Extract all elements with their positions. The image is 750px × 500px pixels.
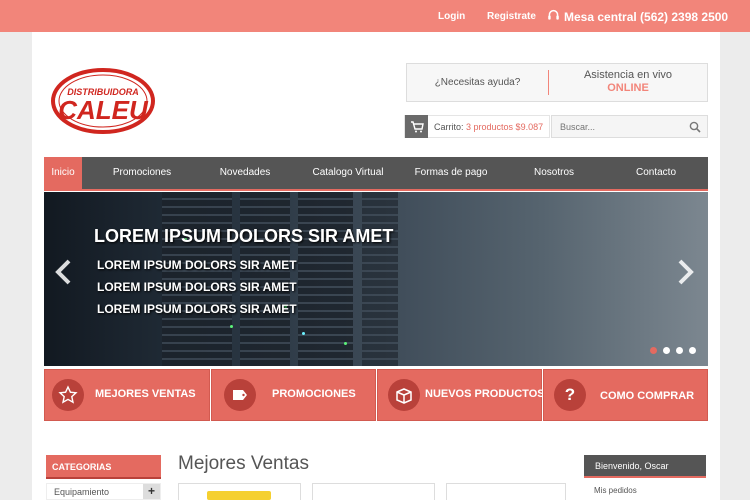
server-rack — [298, 192, 353, 366]
question-icon: ? — [554, 379, 586, 411]
tag-icon — [224, 379, 256, 411]
welcome-header: Bienvenido, Oscar — [584, 455, 706, 478]
cart-icon — [405, 115, 428, 138]
server-rack — [362, 192, 398, 366]
product-card[interactable] — [446, 483, 566, 500]
site-logo[interactable]: DISTRIBUIDORA CALEU — [51, 67, 155, 135]
help-box: ¿Necesitas ayuda? Asistencia en vivo ONL… — [406, 63, 708, 102]
nav-item-nosotros[interactable]: Nosotros — [526, 157, 582, 189]
search-icon[interactable] — [689, 121, 701, 133]
nav-item-novedades[interactable]: Novedades — [210, 157, 280, 189]
expand-icon[interactable]: + — [143, 484, 160, 499]
headset-icon — [547, 9, 560, 25]
top-bar: Login Registrate Mesa central (562) 2398… — [0, 0, 750, 32]
new-products-button[interactable]: NUEVOS PRODUCTOS — [377, 369, 545, 421]
product-card[interactable] — [312, 483, 435, 500]
phone-text: Mesa central (562) 2398 2500 — [564, 10, 729, 24]
cart-widget[interactable]: Carrito: 3 productos $9.087 — [404, 115, 551, 138]
slider-dot-3[interactable] — [676, 347, 683, 354]
slide-line: LOREM IPSUM DOLORS SIR AMET — [97, 280, 297, 294]
live-label: Asistencia en vivo — [583, 69, 673, 81]
promotions-button[interactable]: PROMOCIONES — [211, 369, 376, 421]
cart-summary: 3 productos $9.087 — [466, 121, 544, 132]
nav-item-promociones[interactable]: Promociones — [106, 157, 178, 189]
best-sellers-button[interactable]: MEJORES VENTAS — [44, 369, 210, 421]
how-to-buy-label: COMO COMPRAR — [600, 390, 695, 402]
live-assistance[interactable]: Asistencia en vivo ONLINE — [549, 64, 707, 101]
phone-info: Mesa central (562) 2398 2500 — [547, 9, 728, 25]
search-box — [551, 115, 708, 138]
categories-heading: CATEGORIAS — [46, 455, 161, 479]
logo-big-text: CALEU — [58, 95, 149, 125]
cart-text: Carrito: 3 productos $9.087 — [428, 122, 549, 132]
server-rack — [240, 192, 290, 366]
search-input[interactable] — [552, 116, 682, 137]
help-question[interactable]: ¿Necesitas ayuda? — [407, 64, 548, 101]
led-light — [230, 325, 233, 328]
slide-title: LOREM IPSUM DOLORS SIR AMET — [94, 226, 394, 246]
server-rack — [162, 192, 232, 366]
nav-item-contacto[interactable]: Contacto — [630, 157, 682, 189]
live-status: ONLINE — [607, 82, 649, 94]
main-nav: Inicio Promociones Novedades Catalogo Vi… — [44, 157, 708, 191]
hero-slider — [44, 192, 708, 366]
led-light — [344, 342, 347, 345]
led-light — [302, 332, 305, 335]
slider-dot-4[interactable] — [689, 347, 696, 354]
promotions-label: PROMOCIONES — [272, 388, 356, 400]
chevron-right-icon[interactable] — [674, 258, 696, 286]
nav-item-inicio[interactable]: Inicio — [44, 157, 82, 189]
register-link[interactable]: Registrate — [487, 11, 536, 22]
product-image — [207, 491, 271, 500]
section-title: Mejores Ventas — [178, 453, 309, 474]
cart-label: Carrito: — [434, 121, 464, 132]
box-icon — [388, 379, 420, 411]
how-to-buy-button[interactable]: ? COMO COMPRAR — [543, 369, 708, 421]
best-sellers-label: MEJORES VENTAS — [95, 388, 196, 400]
nav-item-catalogo[interactable]: Catalogo Virtual — [308, 157, 388, 189]
slide-line: LOREM IPSUM DOLORS SIR AMET — [97, 302, 297, 316]
chevron-left-icon[interactable] — [53, 258, 75, 286]
new-products-label: NUEVOS PRODUCTOS — [425, 388, 545, 400]
login-link[interactable]: Login — [438, 11, 465, 22]
slide-line: LOREM IPSUM DOLORS SIR AMET — [97, 258, 297, 272]
slider-dot-2[interactable] — [663, 347, 670, 354]
my-orders-link[interactable]: Mis pedidos — [594, 486, 637, 495]
slider-dot-1[interactable] — [650, 347, 657, 354]
nav-item-formas-pago[interactable]: Formas de pago — [412, 157, 490, 189]
star-icon — [52, 379, 84, 411]
